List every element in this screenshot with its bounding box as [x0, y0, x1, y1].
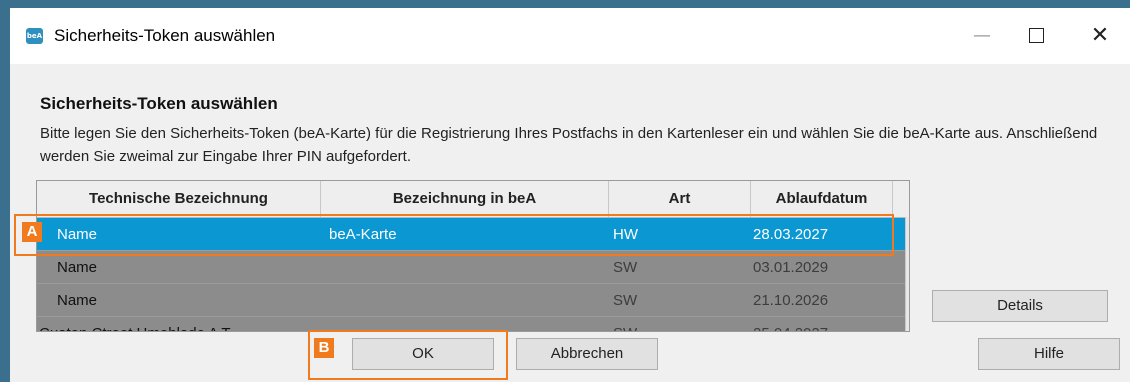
cell-type: SW [613, 317, 637, 331]
annotation-label-a: A [22, 222, 42, 242]
annotation-box-a [14, 214, 894, 256]
minimize-button[interactable]: — [960, 18, 1004, 52]
cell-technical-name: Name [57, 292, 98, 309]
table-header: Technische Bezeichnung Bezeichnung in be… [37, 181, 909, 218]
cell-technical-name: Cuaton Ctroot Hmohlado A T [39, 317, 231, 331]
annotation-label-b: B [314, 338, 334, 358]
window-title: Sicherheits-Token auswählen [54, 26, 276, 45]
maximize-button[interactable] [1014, 18, 1058, 52]
annotation-box-b [308, 330, 508, 380]
column-header-bea-name[interactable]: Bezeichnung in beA [321, 181, 609, 217]
column-header-type[interactable]: Art [609, 181, 751, 217]
maximize-icon [1028, 27, 1044, 43]
title-bar: beA Sicherheits-Token auswählen — ✕ [10, 8, 1130, 64]
bea-app-icon: beA [26, 28, 43, 44]
dialog-description: Bitte legen Sie den Sicherheits-Token (b… [40, 125, 1098, 165]
close-icon: ✕ [1090, 22, 1110, 48]
cell-expiry: 21.10.2026 [753, 292, 829, 309]
close-button[interactable]: ✕ [1078, 18, 1122, 52]
token-table: Technische Bezeichnung Bezeichnung in be… [36, 180, 910, 332]
table-scrollbar[interactable]: ^ v [905, 217, 910, 331]
cell-type: SW [613, 292, 638, 309]
cell-expiry: 25.04.2027 [753, 317, 828, 331]
column-header-expiry[interactable]: Ablaufdatum [751, 181, 893, 217]
scroll-down-icon[interactable]: v [909, 317, 910, 327]
cancel-button[interactable]: Abbrechen [516, 338, 658, 370]
details-button[interactable]: Details [932, 290, 1108, 322]
scroll-up-icon[interactable]: ^ [909, 220, 910, 230]
column-header-technical-name[interactable]: Technische Bezeichnung [37, 181, 321, 217]
token-dialog-window: beA Sicherheits-Token auswählen — ✕ Sich… [10, 8, 1130, 382]
help-button[interactable]: Hilfe [978, 338, 1120, 370]
minimize-icon: — [973, 24, 991, 46]
table-row[interactable]: Name SW 21.10.2026 [37, 284, 909, 317]
dialog-heading: Sicherheits-Token auswählen [40, 94, 278, 113]
